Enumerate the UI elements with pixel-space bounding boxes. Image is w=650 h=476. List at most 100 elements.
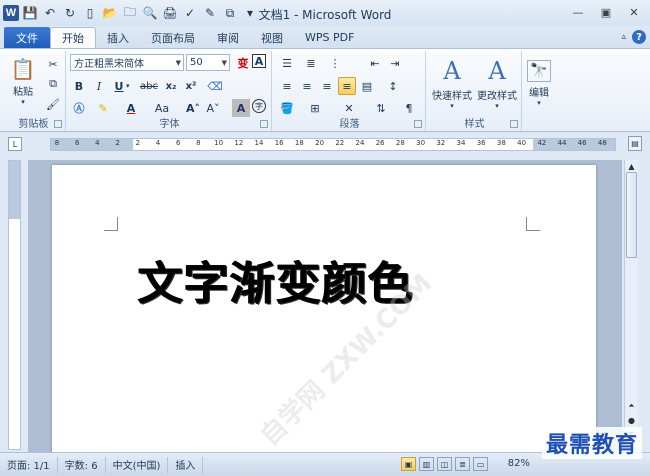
vertical-ruler[interactable]	[8, 160, 21, 450]
clear-formatting-icon[interactable]: ⌫	[206, 77, 224, 95]
scroll-up-icon[interactable]: ▲	[625, 160, 638, 172]
horizontal-ruler-area: L 8 6 4 2 2 4 6 8 10 12 14 16 18 20 22 24 26 28 30 32 34 36 38…	[0, 134, 650, 156]
draft-view-icon[interactable]: ▭	[473, 457, 488, 471]
ruler-tick-label: 6	[175, 139, 181, 147]
increase-indent-icon[interactable]: ⇥	[386, 54, 404, 72]
ruler-tick-label: 34	[456, 139, 466, 147]
font-name-select[interactable]: 方正粗黑宋简体 ▼	[70, 54, 184, 71]
change-styles-button[interactable]: A 更改样式 ▾	[474, 53, 520, 113]
undo-icon[interactable]: ↶	[41, 4, 59, 22]
tab-selector-icon[interactable]: L	[8, 137, 22, 151]
tab-wps-pdf[interactable]: WPS PDF	[294, 27, 365, 48]
format-painter-icon[interactable]: 🖌	[44, 95, 62, 113]
strikethrough-button[interactable]: abc	[138, 77, 160, 95]
font-group: 方正粗黑宋简体 ▼ 50 ▼ 变 A B I U ▾ abc x₂ x² ⌫ Ⓐ ✎…	[68, 51, 272, 131]
tab-home[interactable]: 开始	[50, 27, 96, 48]
document-page[interactable]: 文字渐变颜色 自学网 ZXW.COM	[52, 165, 596, 453]
styles-launcher-icon[interactable]	[510, 120, 518, 128]
ruler-tick-label: 14	[254, 139, 264, 147]
open-icon[interactable]: 📂	[101, 4, 119, 22]
quick-styles-button[interactable]: A 快速样式 ▾	[430, 53, 474, 113]
prev-page-icon[interactable]: ⏶	[625, 400, 638, 412]
web-layout-icon[interactable]: ◫	[437, 457, 452, 471]
top-margin	[9, 161, 20, 219]
tab-page-layout[interactable]: 页面布局	[140, 27, 206, 48]
tab-insert[interactable]: 插入	[96, 27, 140, 48]
paragraph-group: ☰ ≣ ⋮ ⇤ ⇥ ≡ ≡ ≡ ≡ ▤ ↕ 🪣 ⊞ ✕ ⇅ ¶ 段落	[274, 51, 426, 131]
draw-icon[interactable]: ✎	[201, 4, 219, 22]
ruler-tick-label: 6	[74, 139, 80, 147]
ruler-tick-label: 22	[335, 139, 345, 147]
ruler-tick-label: 40	[517, 139, 527, 147]
org-chart-icon[interactable]: ⧉	[221, 4, 239, 22]
line-spacing-icon[interactable]: ↕	[384, 77, 402, 95]
editing-button[interactable]: 🔭 编辑 ▾	[524, 53, 554, 113]
underline-dropdown-icon[interactable]: ▾	[126, 82, 130, 90]
customize-qat-icon[interactable]: ▾	[241, 4, 259, 22]
ruler-tick-label: 4	[95, 139, 100, 147]
status-page[interactable]: 页面: 1/1	[0, 456, 58, 473]
spelling-icon[interactable]: ✓	[181, 4, 199, 22]
numbering-icon[interactable]: ≣	[302, 54, 320, 72]
outline-view-icon[interactable]: ≣	[455, 457, 470, 471]
minimize-icon[interactable]: —	[566, 3, 590, 21]
tab-review[interactable]: 审阅	[206, 27, 250, 48]
align-left-icon[interactable]: ≡	[278, 77, 296, 95]
char-border-button[interactable]: A	[252, 54, 266, 68]
enclose-char-button[interactable]: 字	[252, 99, 266, 113]
scroll-thumb[interactable]	[626, 172, 637, 258]
italic-button[interactable]: I	[90, 77, 108, 95]
browse-object-icon[interactable]: ●	[625, 414, 638, 426]
zoom-level[interactable]: 82%	[508, 458, 530, 469]
ruler-tick-label: 12	[234, 139, 244, 147]
close-icon[interactable]: ✕	[622, 3, 646, 21]
document-text[interactable]: 文字渐变颜色	[138, 247, 414, 312]
paste-button[interactable]: 📋 粘贴 ▾	[6, 53, 40, 109]
ruler-tick-label: 38	[496, 139, 506, 147]
collapse-ribbon-icon[interactable]: ▵	[621, 32, 626, 42]
ruler-tick-label: 2	[135, 139, 141, 147]
cut-icon[interactable]: ✂	[44, 55, 62, 73]
tab-file[interactable]: 文件	[4, 27, 50, 48]
subscript-button[interactable]: x₂	[162, 77, 180, 95]
horizontal-ruler[interactable]: 8 6 4 2 2 4 6 8 10 12 14 16 18 20 22 24 26 28 30 32 34 36 38 40…	[50, 138, 616, 151]
vertical-scrollbar[interactable]: ▲ ⏶ ● ⏷	[624, 160, 638, 452]
copy-icon[interactable]: ⧉	[44, 75, 62, 93]
phonetic-guide-button[interactable]: 变	[234, 54, 252, 72]
bullets-icon[interactable]: ☰	[278, 54, 296, 72]
print-layout-icon[interactable]: ▣	[401, 457, 416, 471]
align-center-icon[interactable]: ≡	[298, 77, 316, 95]
redo-icon[interactable]: ↻	[61, 4, 79, 22]
status-mode[interactable]: 插入	[168, 456, 204, 473]
print-preview-icon[interactable]: 🔍	[141, 4, 159, 22]
help-icon[interactable]: ?	[632, 30, 646, 44]
superscript-button[interactable]: x²	[182, 77, 200, 95]
status-language[interactable]: 中文(中国)	[106, 456, 169, 473]
print-icon[interactable]: 🖨	[161, 4, 179, 22]
distributed-icon[interactable]: ▤	[358, 77, 376, 95]
ruler-tick-label: 44	[557, 139, 567, 147]
clipboard-launcher-icon[interactable]	[54, 120, 62, 128]
font-size-select[interactable]: 50 ▼	[186, 54, 230, 71]
editing-group: 🔭 编辑 ▾	[524, 51, 554, 131]
ruler-tick-label: 30	[416, 139, 426, 147]
folder-icon[interactable]: 🗀	[121, 4, 139, 22]
align-right-icon[interactable]: ≡	[318, 77, 336, 95]
tab-view[interactable]: 视图	[250, 27, 294, 48]
save-icon[interactable]: 💾	[21, 4, 39, 22]
justify-icon[interactable]: ≡	[338, 77, 356, 95]
restore-icon[interactable]: ▣	[594, 3, 618, 21]
ruler-tick-label: 26	[375, 139, 385, 147]
decrease-indent-icon[interactable]: ⇤	[366, 54, 384, 72]
multilevel-list-icon[interactable]: ⋮	[326, 54, 344, 72]
status-words[interactable]: 字数: 6	[58, 456, 106, 473]
full-screen-reading-icon[interactable]: ▥	[419, 457, 434, 471]
view-ruler-icon[interactable]: ▤	[628, 136, 642, 151]
ribbon-tabs: 文件 开始 插入 页面布局 审阅 视图 WPS PDF ▵ ?	[0, 26, 650, 48]
font-launcher-icon[interactable]	[260, 120, 268, 128]
paragraph-launcher-icon[interactable]	[414, 120, 422, 128]
new-doc-icon[interactable]: ▯	[81, 4, 99, 22]
ruler-tick-label: 46	[577, 139, 587, 147]
bold-button[interactable]: B	[70, 77, 88, 95]
word-app-icon[interactable]: W	[3, 5, 19, 21]
